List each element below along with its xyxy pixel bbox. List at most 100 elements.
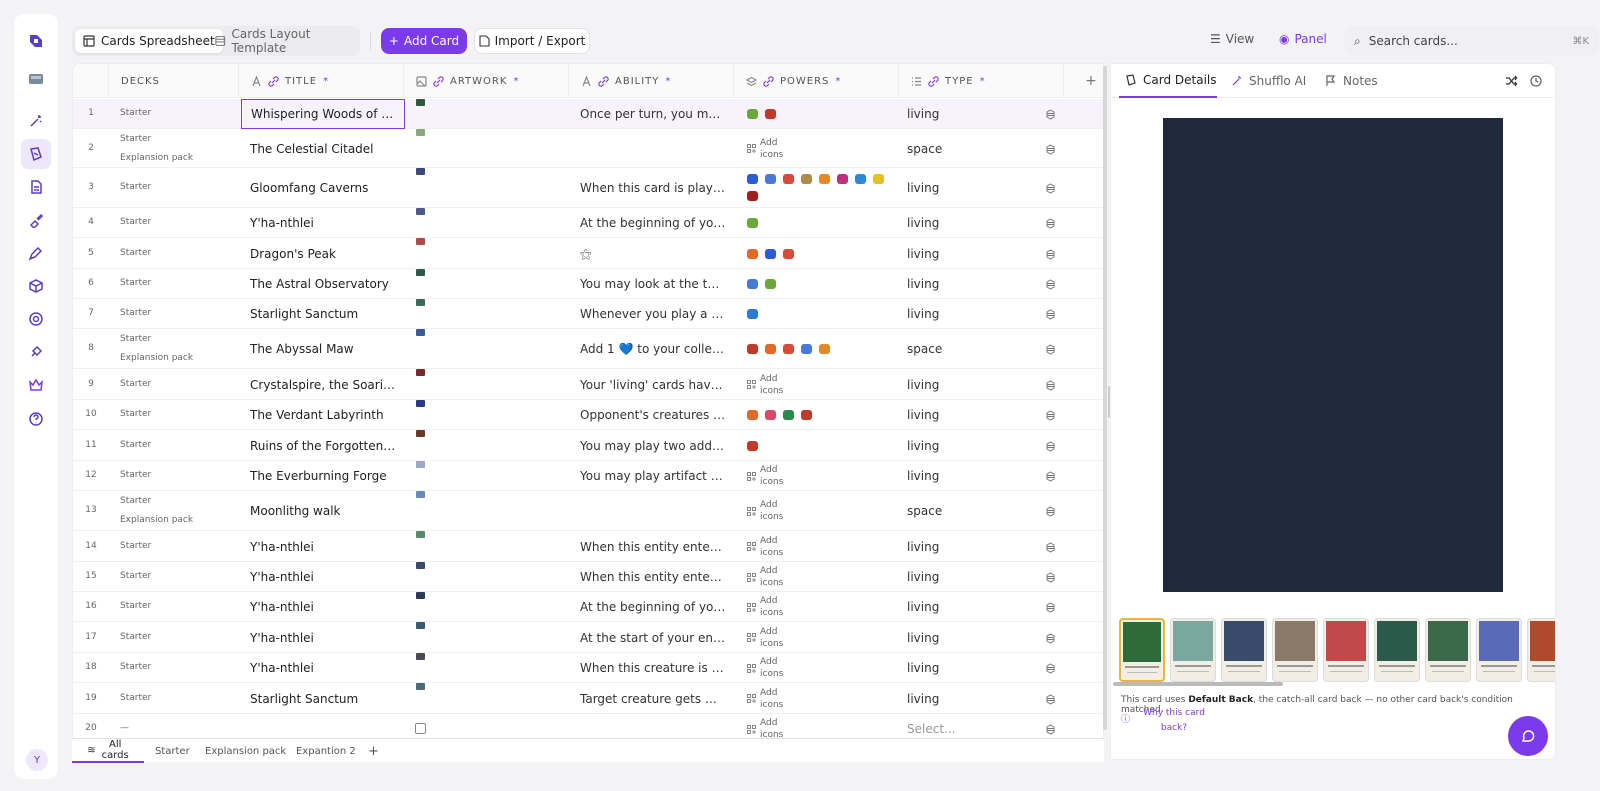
title-cell[interactable]: The Verdant Labyrinth	[250, 408, 398, 422]
powers-cell[interactable]	[747, 218, 887, 228]
view-button[interactable]: ☰ View	[1210, 32, 1254, 46]
row-settings-icon[interactable]	[1046, 183, 1055, 194]
deck-tags[interactable]: Starter	[120, 244, 151, 263]
chat-support-button[interactable]	[1508, 716, 1548, 756]
table-row[interactable]: 2 Starter Explansion pack The Celestial Cit…	[73, 129, 1103, 168]
title-cell[interactable]: Y'ha-nthlei	[250, 631, 398, 645]
artwork-thumbnail[interactable]	[416, 461, 425, 468]
card-thumbnail[interactable]	[1374, 618, 1420, 682]
type-cell[interactable]: space	[907, 142, 942, 156]
deck-tags[interactable]: Starter	[120, 405, 151, 424]
search-input[interactable]: ⌕ Search cards... ⌘K	[1344, 26, 1599, 56]
crown-icon[interactable]	[21, 370, 51, 400]
ability-cell[interactable]: ⚝	[580, 247, 726, 262]
deck-tags[interactable]: Starter	[120, 274, 151, 293]
artwork-thumbnail[interactable]	[416, 430, 425, 437]
title-cell[interactable]: Dragon's Peak	[250, 247, 398, 261]
title-cell[interactable]: Crystalspire, the Soaring C...	[250, 378, 398, 392]
add-icons-button[interactable]: Add icons	[747, 499, 783, 523]
row-settings-icon[interactable]	[1046, 109, 1055, 120]
artwork-thumbnail[interactable]	[416, 269, 425, 276]
ability-cell[interactable]: Once per turn, you may lo...	[580, 107, 726, 121]
column-header-powers[interactable]: POWERS *	[734, 64, 899, 98]
title-cell[interactable]: Y'ha-nthlei	[250, 661, 398, 675]
panel-toggle-button[interactable]: ◉ Panel	[1279, 32, 1327, 46]
add-icons-button[interactable]: Add icons	[747, 626, 783, 650]
card-thumbnail[interactable]	[1323, 618, 1369, 682]
ability-cell[interactable]: You may look at the top ca...	[580, 277, 726, 291]
artwork-thumbnail[interactable]	[416, 683, 425, 690]
type-cell[interactable]: living	[907, 408, 939, 422]
tab-expansion-2[interactable]: Expantion 2	[296, 739, 356, 763]
table-row[interactable]: 4 Starter Y'ha-nthlei At the beginning of y…	[73, 208, 1103, 238]
powers-cell[interactable]	[747, 109, 887, 119]
type-cell[interactable]: living	[907, 439, 939, 453]
deck-tags[interactable]: Starter Explansion pack	[120, 492, 193, 530]
table-row[interactable]: 9 Starter Crystalspire, the Soaring C... Yo…	[73, 369, 1103, 400]
row-settings-icon[interactable]	[1046, 471, 1055, 482]
table-row[interactable]: 14 Starter Y'ha-nthlei When this entity ent…	[73, 531, 1103, 562]
deck-tags[interactable]: Starter	[120, 178, 151, 197]
row-settings-icon[interactable]	[1046, 693, 1055, 705]
deck-tags[interactable]: —	[120, 719, 129, 738]
add-icons-button[interactable]: Add icons	[747, 687, 783, 711]
table-row[interactable]: 12 Starter The Everburning Forge You may pl…	[73, 461, 1103, 491]
tab-all-cards[interactable]: ≋ All cards	[72, 739, 144, 763]
row-settings-icon[interactable]	[1046, 440, 1055, 452]
row-settings-icon[interactable]	[1046, 344, 1055, 355]
title-cell[interactable]: Y'ha-nthlei	[250, 540, 398, 554]
artwork-thumbnail[interactable]	[416, 238, 425, 245]
shuffle-icon[interactable]	[1504, 74, 1518, 88]
tab-cards-spreadsheet[interactable]: Cards Spreadsheet	[75, 29, 223, 53]
deck-tags[interactable]: Starter	[120, 466, 151, 485]
column-header-type[interactable]: TYPE *	[899, 64, 1064, 98]
table-row[interactable]: 11 Starter Ruins of the Forgotten Kin... Yo…	[73, 430, 1103, 461]
title-cell[interactable]: The Everburning Forge	[250, 469, 398, 483]
cards-icon[interactable]	[21, 139, 51, 169]
row-settings-icon[interactable]	[1046, 572, 1055, 583]
ability-cell[interactable]: When this creature is dealt...	[580, 661, 726, 675]
ability-cell[interactable]: At the start of your end st...	[580, 631, 726, 645]
settings-gear-icon[interactable]	[21, 304, 51, 334]
row-settings-icon[interactable]	[1046, 248, 1055, 260]
document-icon[interactable]	[21, 172, 51, 202]
artwork-thumbnail[interactable]	[416, 562, 425, 569]
artwork-thumbnail[interactable]	[416, 592, 425, 599]
deck-tags[interactable]: Starter	[120, 658, 151, 677]
artwork-placeholder-icon[interactable]	[415, 723, 426, 734]
box-icon[interactable]	[21, 271, 51, 301]
history-icon[interactable]	[1529, 74, 1543, 88]
powers-cell[interactable]	[747, 309, 887, 319]
card-thumbnail[interactable]	[1425, 618, 1471, 682]
deck-tags[interactable]: Starter Explansion pack	[120, 130, 193, 168]
add-icons-button[interactable]: Add icons	[747, 373, 783, 397]
title-cell[interactable]: Gloomfang Caverns	[250, 181, 398, 195]
powers-cell[interactable]	[747, 410, 887, 420]
title-cell[interactable]: Starlight Sanctum	[250, 692, 398, 706]
deck-tags[interactable]: Starter	[120, 104, 151, 123]
ability-cell[interactable]: Your 'living' cards have +1/...	[580, 378, 726, 392]
deck-tags[interactable]: Starter	[120, 537, 151, 556]
type-cell[interactable]: Select...	[907, 722, 955, 736]
ability-cell[interactable]: You may play two addition...	[580, 439, 726, 453]
type-cell[interactable]: space	[907, 342, 942, 356]
tab-notes[interactable]: Notes	[1325, 64, 1378, 98]
ability-cell[interactable]: When this card is played, t...	[580, 181, 726, 195]
title-cell[interactable]: The Astral Observatory	[250, 277, 398, 291]
powers-cell[interactable]	[747, 174, 887, 201]
table-row[interactable]: 5 Starter Dragon's Peak ⚝ living	[73, 238, 1103, 269]
tab-card-details[interactable]: Card Details	[1119, 64, 1217, 98]
import-export-button[interactable]: Import / Export	[474, 28, 590, 54]
row-settings-icon[interactable]	[1046, 143, 1055, 155]
help-icon[interactable]	[21, 404, 51, 434]
ability-cell[interactable]: When this entity enters th...	[580, 540, 726, 554]
artwork-thumbnail[interactable]	[416, 531, 425, 538]
powers-cell[interactable]	[747, 344, 887, 354]
ability-cell[interactable]: At the beginning of your t...	[580, 216, 726, 230]
deck-tags[interactable]: Starter	[120, 628, 151, 647]
deck-tags[interactable]: Starter	[120, 213, 151, 232]
powers-cell[interactable]	[747, 248, 887, 259]
card-thumbnail[interactable]	[1170, 618, 1216, 682]
deck-tags[interactable]: Starter	[120, 597, 151, 616]
artwork-thumbnail[interactable]	[416, 329, 425, 336]
